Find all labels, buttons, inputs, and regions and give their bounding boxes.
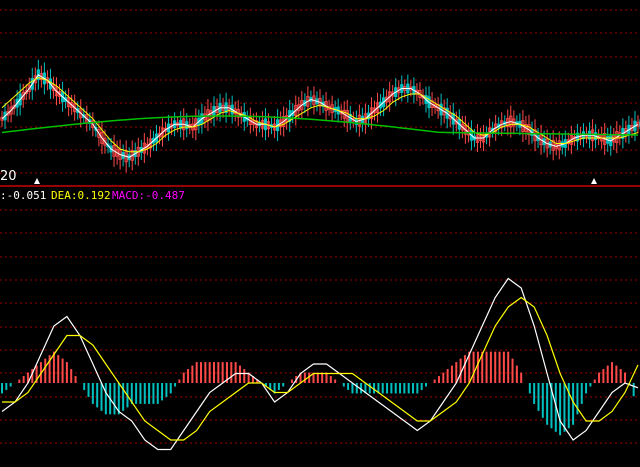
dif-label: :-0.051 [0, 189, 47, 202]
markers [34, 178, 597, 184]
macd-label: MACD:-0.487 [112, 189, 185, 202]
price-candles [0, 59, 640, 173]
dif-line [1, 277, 639, 451]
dea-label: DEA:0.192 [51, 189, 111, 202]
dea-line [2, 296, 639, 441]
macd-lines [1, 277, 639, 451]
triangle-marker-icon [34, 178, 40, 184]
triangle-marker-icon [591, 178, 597, 184]
grid-lines [0, 9, 640, 444]
price-panel-label: 20 [0, 169, 17, 184]
stock-chart[interactable] [0, 0, 640, 467]
